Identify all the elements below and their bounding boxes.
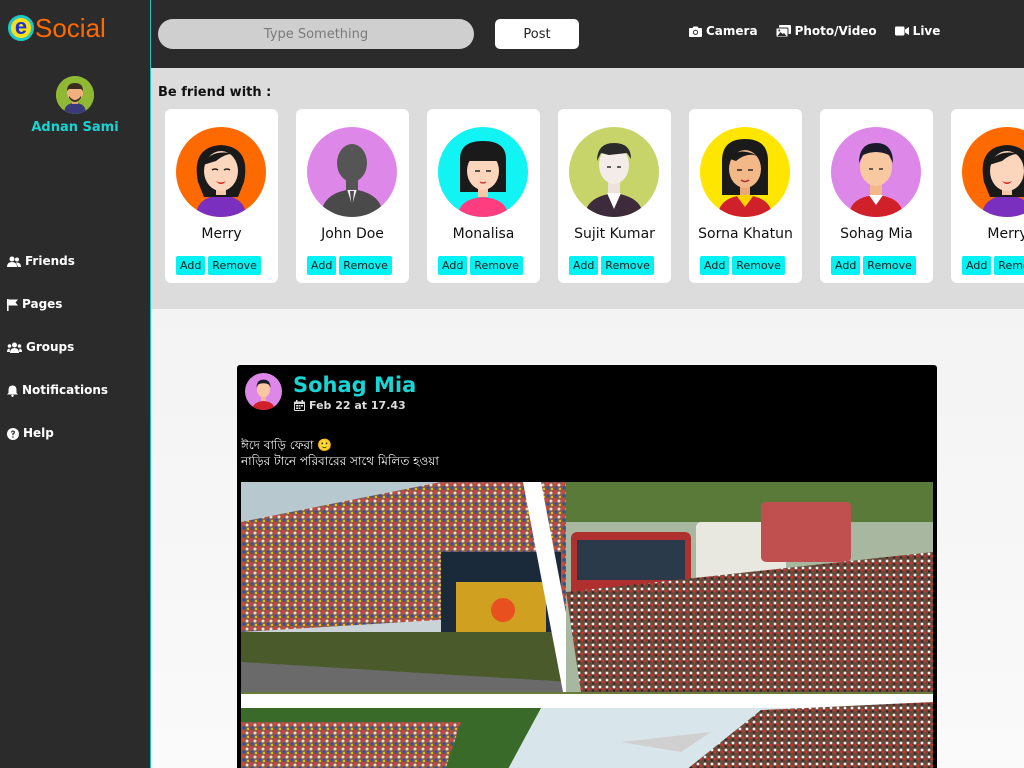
friend-avatar[interactable] bbox=[831, 127, 921, 217]
friend-card: Sujit Kumar Add Remove bbox=[558, 109, 671, 283]
add-friend-button[interactable]: Add bbox=[569, 256, 599, 275]
post-author-avatar[interactable] bbox=[245, 373, 282, 410]
friend-card: Monalisa Add Remove bbox=[427, 109, 540, 283]
friend-card: Sorna Khatun Add Remove bbox=[689, 109, 802, 283]
live-label: Live bbox=[912, 24, 941, 38]
sidebar-item-label: Pages bbox=[22, 297, 63, 311]
users-icon bbox=[7, 256, 21, 267]
post-button[interactable]: Post bbox=[495, 19, 579, 49]
live-action[interactable]: Live bbox=[894, 24, 941, 38]
friend-name: John Doe bbox=[321, 226, 384, 242]
friend-card: Merry Add Remove bbox=[165, 109, 278, 283]
images-icon bbox=[775, 25, 791, 37]
male-avatar-icon bbox=[245, 373, 282, 410]
post-timestamp: Feb 22 at 17.43 bbox=[294, 399, 406, 412]
post-date: Feb 22 at 17.43 bbox=[309, 399, 406, 412]
friend-card: John Doe Add Remove bbox=[296, 109, 409, 283]
help-icon bbox=[7, 428, 19, 440]
female-avatar-icon bbox=[962, 127, 1024, 217]
sidebar-menu: Friends Pages Groups Notifications Help bbox=[7, 254, 108, 469]
crowd-photo bbox=[241, 482, 933, 768]
male-avatar-icon bbox=[569, 127, 659, 217]
status-input[interactable] bbox=[158, 19, 474, 49]
sidebar-item-pages[interactable]: Pages bbox=[7, 297, 108, 340]
camera-action[interactable]: Camera bbox=[689, 24, 758, 38]
camera-label: Camera bbox=[706, 24, 758, 38]
female-avatar-icon bbox=[700, 127, 790, 217]
female-avatar-icon bbox=[438, 127, 528, 217]
friend-card: Sohag Mia Add Remove bbox=[820, 109, 933, 283]
male-avatar-icon bbox=[831, 127, 921, 217]
sidebar-item-label: Groups bbox=[26, 340, 75, 354]
post-text-line: ঈদে বাড়ি ফেরা 🙂 bbox=[241, 438, 333, 452]
friend-suggestions: Be friend with : Merry Add Remove John D… bbox=[151, 68, 1024, 309]
sidebar-item-friends[interactable]: Friends bbox=[7, 254, 108, 297]
video-icon bbox=[894, 26, 909, 36]
post-image[interactable] bbox=[241, 482, 933, 768]
post-author-name[interactable]: Sohag Mia bbox=[293, 373, 416, 397]
photo-video-action[interactable]: Photo/Video bbox=[775, 24, 877, 38]
add-friend-button[interactable]: Add bbox=[307, 256, 337, 275]
remove-suggestion-button[interactable]: Remove bbox=[601, 256, 654, 275]
sidebar-item-notifications[interactable]: Notifications bbox=[7, 383, 108, 426]
camera-icon bbox=[689, 26, 702, 37]
photo-video-label: Photo/Video bbox=[794, 24, 877, 38]
add-friend-button[interactable]: Add bbox=[962, 256, 992, 275]
remove-suggestion-button[interactable]: Remove bbox=[732, 256, 785, 275]
user-avatar-icon bbox=[56, 76, 94, 114]
friend-name: Monalisa bbox=[452, 226, 515, 242]
friend-avatar[interactable] bbox=[962, 127, 1024, 217]
friend-avatar[interactable] bbox=[700, 127, 790, 217]
user-profile[interactable]: Adnan Sami bbox=[0, 76, 150, 135]
friend-avatar[interactable] bbox=[307, 127, 397, 217]
friend-name: Merry bbox=[201, 226, 242, 242]
post-actions: Camera Photo/Video Live bbox=[689, 24, 940, 38]
add-friend-button[interactable]: Add bbox=[831, 256, 861, 275]
add-friend-button[interactable]: Add bbox=[700, 256, 730, 275]
sidebar: e Social Adnan Sami Friends Pages Groups… bbox=[0, 0, 151, 768]
add-friend-button[interactable]: Add bbox=[438, 256, 468, 275]
avatar[interactable] bbox=[56, 76, 94, 114]
remove-suggestion-button[interactable]: Remove bbox=[863, 256, 916, 275]
flag-icon bbox=[7, 299, 18, 311]
sidebar-item-label: Help bbox=[23, 426, 54, 440]
top-bar: Post Camera Photo/Video Live bbox=[151, 0, 1024, 68]
friend-name: Sohag Mia bbox=[840, 226, 913, 242]
sidebar-item-help[interactable]: Help bbox=[7, 426, 108, 469]
friend-avatar[interactable] bbox=[438, 127, 528, 217]
user-name[interactable]: Adnan Sami bbox=[0, 120, 150, 135]
friend-avatar[interactable] bbox=[176, 127, 266, 217]
male-silhouette-icon bbox=[307, 127, 397, 217]
remove-suggestion-button[interactable]: Remove bbox=[208, 256, 261, 275]
remove-suggestion-button[interactable]: Remove bbox=[339, 256, 392, 275]
female-avatar-icon bbox=[176, 127, 266, 217]
remove-suggestion-button[interactable]: Remove bbox=[470, 256, 523, 275]
remove-suggestion-button[interactable]: Remove bbox=[994, 256, 1024, 275]
friend-name: Sujit Kumar bbox=[574, 226, 655, 242]
friend-name: Merry bbox=[987, 226, 1024, 242]
bell-icon bbox=[7, 385, 18, 397]
post-text: ঈদে বাড়ি ফেরা 🙂 নাড়ির টানে পরিবারের সা… bbox=[241, 437, 439, 469]
sidebar-item-groups[interactable]: Groups bbox=[7, 340, 108, 383]
sidebar-item-label: Friends bbox=[25, 254, 75, 268]
suggestions-title: Be friend with : bbox=[158, 85, 272, 100]
add-friend-button[interactable]: Add bbox=[176, 256, 206, 275]
friend-card: Merry Add Remove bbox=[951, 109, 1024, 283]
friend-avatar[interactable] bbox=[569, 127, 659, 217]
sidebar-item-label: Notifications bbox=[22, 383, 109, 397]
logo-letter: e bbox=[8, 15, 34, 41]
suggestion-cards: Merry Add Remove John Doe Add Remove Mon… bbox=[165, 109, 1024, 283]
app-logo[interactable]: e Social bbox=[8, 12, 106, 44]
calendar-icon bbox=[294, 400, 305, 411]
logo-text: Social bbox=[35, 12, 106, 43]
post-text-line: নাড়ির টানে পরিবারের সাথে মিলিত হওয়া bbox=[241, 454, 439, 468]
friend-name: Sorna Khatun bbox=[698, 226, 793, 242]
post-card: Sohag Mia Feb 22 at 17.43 ঈদে বাড়ি ফেরা… bbox=[237, 365, 937, 768]
group-icon bbox=[7, 342, 22, 353]
